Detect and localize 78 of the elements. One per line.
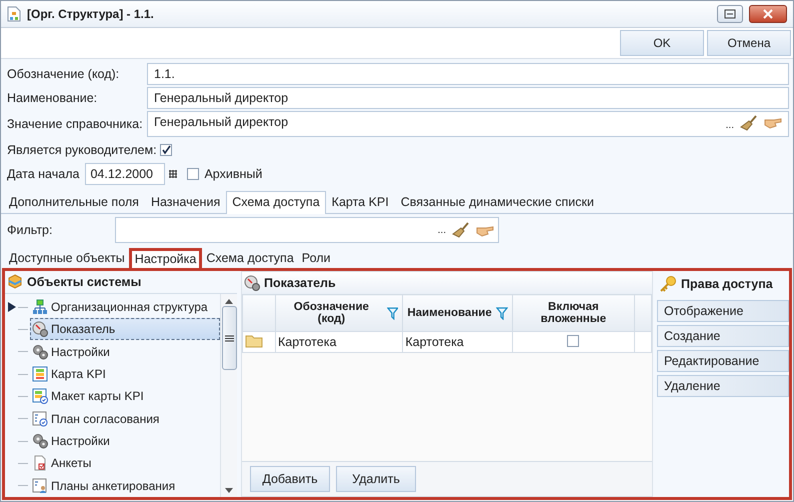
close-icon: [762, 9, 774, 19]
field-label: Дата начала: [7, 167, 80, 181]
ok-button[interactable]: OK: [620, 30, 704, 56]
panel-title: Права доступа: [681, 277, 773, 291]
tab[interactable]: Карта KPI: [326, 191, 395, 213]
access-right-item[interactable]: Отображение: [657, 300, 789, 322]
gears-icon: [33, 344, 48, 360]
table-cell: Картотека: [276, 332, 403, 352]
tree-item[interactable]: Карта KPI: [30, 363, 220, 386]
scrollbar[interactable]: [220, 294, 237, 497]
field-label: Значение справочника:: [7, 117, 144, 131]
close-button[interactable]: [749, 5, 787, 23]
kpi-layout-icon: [32, 388, 48, 404]
key-icon: [659, 276, 677, 292]
tree-item[interactable]: Показатель: [30, 318, 220, 340]
expand-arrow-icon[interactable]: [8, 302, 16, 312]
delete-button[interactable]: Удалить: [336, 466, 416, 492]
survey-plan-icon: [32, 478, 46, 493]
checkbox[interactable]: [187, 168, 200, 180]
filter-icon[interactable]: [386, 306, 398, 320]
text-field[interactable]: 1.1.: [147, 63, 789, 85]
tab[interactable]: Связанные динамические списки: [394, 191, 600, 213]
tab[interactable]: Доступные объекты: [5, 248, 129, 268]
grip-icon: [224, 334, 234, 342]
tree-item[interactable]: Настройки: [30, 340, 220, 363]
table-cell: Картотека: [402, 332, 512, 352]
survey-sheet-icon: [34, 456, 46, 471]
filter-icon[interactable]: [496, 306, 508, 320]
checkbox[interactable]: [160, 144, 172, 156]
tab[interactable]: Схема доступа: [202, 248, 298, 268]
gears-icon: [33, 434, 48, 449]
tab[interactable]: Настройка: [128, 248, 202, 268]
filter-field[interactable]: ...: [115, 217, 499, 243]
broom-icon[interactable]: [740, 115, 758, 131]
tab[interactable]: Назначения: [144, 191, 226, 213]
kpi-card-icon: [32, 366, 48, 382]
plan-check-icon: [32, 411, 48, 426]
tab[interactable]: Роли: [298, 248, 335, 268]
gauge-gears-icon: [244, 275, 260, 291]
window-title: [Орг. Структура] - 1.1.: [27, 7, 155, 21]
date-field[interactable]: 04.12.2000: [85, 163, 166, 185]
column-header[interactable]: Наименование: [402, 294, 512, 332]
access-right-item[interactable]: Редактирование: [657, 350, 789, 372]
lookup-field[interactable]: Генеральный директор ...: [147, 111, 789, 137]
restore-icon: [724, 9, 736, 19]
checkbox[interactable]: [567, 334, 580, 346]
folder-icon: [245, 334, 263, 348]
tree-item[interactable]: Планы анкетирования: [30, 474, 220, 497]
column-header[interactable]: Включая вложенные: [512, 294, 634, 332]
checkbox-label: Является руководителем:: [7, 143, 157, 157]
tree-item[interactable]: Настройки: [30, 430, 220, 452]
cancel-button[interactable]: Отмена: [707, 30, 791, 56]
tree-item[interactable]: Макет карты KPI: [30, 385, 220, 408]
tree-item[interactable]: Организационная структура: [30, 296, 220, 318]
tab[interactable]: Дополнительные поля: [3, 191, 145, 213]
cubes-icon: [7, 274, 23, 290]
broom-icon[interactable]: [452, 222, 470, 238]
calendar-icon[interactable]: [169, 170, 178, 178]
document-icon: [7, 6, 21, 22]
org-chart-icon: [33, 300, 47, 314]
access-right-item[interactable]: Создание: [657, 325, 789, 347]
filter-label: Фильтр:: [7, 223, 54, 237]
gauge-gears-icon: [32, 322, 48, 338]
panel-title: Показатель: [264, 276, 336, 290]
tab[interactable]: Схема доступа: [226, 191, 326, 214]
column-header[interactable]: Обозначение (код): [276, 294, 403, 332]
access-right-item[interactable]: Удаление: [657, 375, 789, 397]
field-label: Обозначение (код):: [7, 67, 120, 81]
field-label: Наименование:: [7, 91, 98, 105]
restore-button[interactable]: [717, 5, 743, 23]
text-field[interactable]: Генеральный директор: [147, 87, 789, 109]
scroll-down-icon[interactable]: [225, 488, 233, 494]
add-button[interactable]: Добавить: [250, 466, 330, 492]
tree-item[interactable]: Анкеты: [30, 452, 220, 474]
scroll-up-icon[interactable]: [225, 298, 233, 304]
tree-item[interactable]: План согласования: [30, 408, 220, 430]
checkbox-label: Архивный: [204, 167, 262, 181]
panel-title: Объекты системы: [27, 275, 142, 289]
